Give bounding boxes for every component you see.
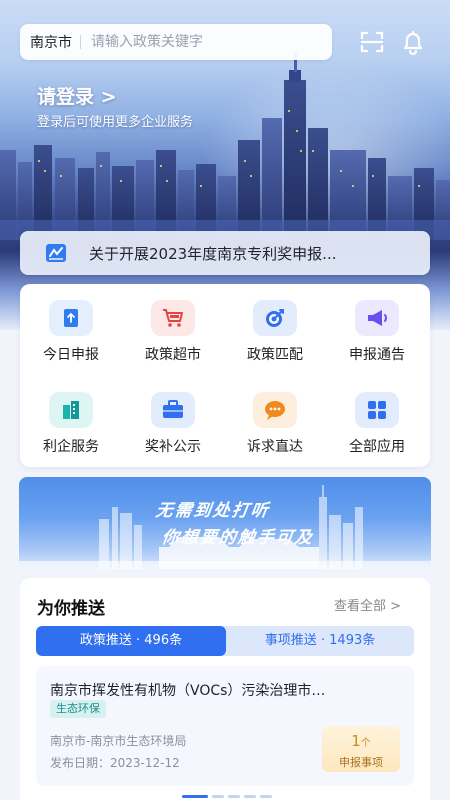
search-divider xyxy=(80,35,81,49)
policy-publish-date: 发布日期：2023-12-12 xyxy=(50,756,180,770)
grid-item-label: 利企服务 xyxy=(43,439,99,455)
grid-item-label: 今日申报 xyxy=(43,347,99,363)
login-link[interactable]: 请登录 > xyxy=(37,82,117,109)
pager-dot xyxy=(212,795,224,798)
grid-item-label: 政策匹配 xyxy=(247,347,303,363)
grid-item-policy-market[interactable]: 政策超市 xyxy=(122,292,224,372)
policy-title: 南京市挥发性有机物（VOCs）污染治理市… xyxy=(50,683,326,699)
policy-card[interactable]: 南京市挥发性有机物（VOCs）污染治理市… 生态环保 南京市-南京市生态环境局 … xyxy=(36,666,414,786)
bell-icon[interactable] xyxy=(399,28,427,56)
search-input[interactable] xyxy=(91,34,281,50)
grid-item-enterprise-service[interactable]: 利企服务 xyxy=(20,384,122,464)
promo-banner[interactable]: 无需到处打听 你想要的触手可及 xyxy=(19,477,431,569)
notice-bar[interactable]: 关于开展2023年度南京专利奖申报... xyxy=(20,231,430,275)
count-unit: 个 xyxy=(360,738,371,749)
category-tag: 生态环保 xyxy=(50,700,106,718)
grid-item-label: 政策超市 xyxy=(145,347,201,363)
pager-dot xyxy=(244,795,256,798)
notice-text: 关于开展2023年度南京专利奖申报... xyxy=(89,244,337,263)
grid-item-apply-notice[interactable]: 申报通告 xyxy=(326,292,428,372)
count-value: 1 xyxy=(351,732,361,750)
tab-item-push[interactable]: 事项推送 · 1493条 xyxy=(226,626,414,656)
section-title: 为你推送 xyxy=(37,599,105,619)
grid-item-label: 全部应用 xyxy=(349,439,405,455)
briefcase-icon xyxy=(151,392,195,428)
apps-grid-icon xyxy=(355,392,399,428)
chat-bubble-icon xyxy=(253,392,297,428)
grid-item-label: 奖补公示 xyxy=(145,439,201,455)
grid-item-award-notice[interactable]: 奖补公示 xyxy=(122,384,224,464)
grid-item-label: 申报通告 xyxy=(349,347,405,363)
apply-items-badge[interactable]: 1个 申报事项 xyxy=(322,726,400,772)
service-grid: 今日申报 政策超市 政策匹配 申报通告 利企服务 奖补公示 诉求直达 全部应用 xyxy=(20,284,430,467)
megaphone-icon xyxy=(355,300,399,336)
building-icon xyxy=(49,392,93,428)
scan-icon[interactable] xyxy=(358,28,386,56)
banner-subline: 你想要的触手可及 xyxy=(160,528,316,548)
apply-items-count: 1个 xyxy=(322,732,400,750)
push-tabs: 政策推送 · 496条 事项推送 · 1493条 xyxy=(36,626,414,656)
login-subtitle: 登录后可使用更多企业服务 xyxy=(37,115,194,130)
page-indicator xyxy=(0,793,450,800)
pager-dot xyxy=(260,795,272,798)
grid-item-policy-match[interactable]: 政策匹配 xyxy=(224,292,326,372)
search-bar[interactable]: 南京市 xyxy=(20,24,332,60)
view-all-link[interactable]: 查看全部 > xyxy=(334,595,401,614)
target-icon xyxy=(253,300,297,336)
apply-items-label: 申报事项 xyxy=(339,756,383,769)
grid-item-all-apps[interactable]: 全部应用 xyxy=(326,384,428,464)
city-selector[interactable]: 南京市 xyxy=(30,32,80,52)
policy-department: 南京市-南京市生态环境局 xyxy=(50,734,187,748)
upload-doc-icon xyxy=(49,300,93,336)
announcement-icon xyxy=(46,244,66,262)
grid-item-today-apply[interactable]: 今日申报 xyxy=(20,292,122,372)
pager-dot-active xyxy=(182,795,208,798)
shopping-cart-icon xyxy=(151,300,195,336)
pager-dot xyxy=(228,795,240,798)
grid-item-direct-appeal[interactable]: 诉求直达 xyxy=(224,384,326,464)
tab-policy-push[interactable]: 政策推送 · 496条 xyxy=(36,626,226,656)
recommend-section: 为你推送 查看全部 > 政策推送 · 496条 事项推送 · 1493条 南京市… xyxy=(20,578,430,800)
grid-item-label: 诉求直达 xyxy=(247,439,303,455)
banner-headline: 无需到处打听 xyxy=(154,501,272,521)
